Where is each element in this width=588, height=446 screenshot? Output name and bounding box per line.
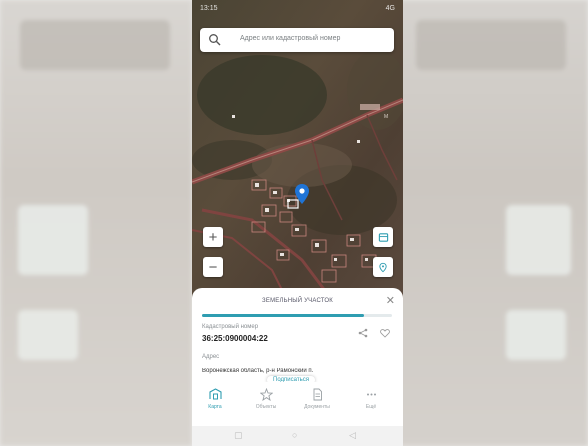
tab-label: Объекты [255, 404, 277, 410]
progress-fill [202, 314, 364, 317]
location-pin-icon[interactable] [295, 184, 309, 204]
my-location-button[interactable] [373, 257, 393, 277]
phone-screen: М 13:15 4G Адрес или кадастровый номер +… [192, 0, 403, 446]
tab-label: Ещё [365, 404, 377, 410]
zoom-out-button[interactable]: − [203, 257, 223, 277]
map-icon [208, 388, 222, 400]
blur-shape [506, 310, 566, 360]
cadastral-label: Кадастровый номер [202, 324, 259, 330]
blur-shape [18, 205, 88, 275]
tab-label: Карта [208, 404, 222, 410]
system-navigation-bar: ▢ ○ ◁ [192, 426, 403, 446]
favorite-heart-icon[interactable] [380, 328, 390, 338]
home-icon[interactable]: ○ [292, 430, 297, 440]
layers-icon [378, 232, 388, 242]
close-icon[interactable]: ✕ [386, 294, 395, 307]
back-icon[interactable]: ◁ [349, 430, 356, 441]
search-icon [209, 34, 221, 46]
minus-icon: − [208, 258, 218, 276]
layers-button[interactable] [373, 227, 393, 247]
search-bar[interactable]: Адрес или кадастровый номер [200, 28, 394, 52]
cadastral-value[interactable]: 36:25:0900004:22 [202, 334, 268, 343]
location-icon [379, 262, 387, 272]
recent-apps-icon[interactable]: ▢ [234, 430, 243, 441]
more-icon [366, 393, 376, 396]
address-value: Воронежская область, р-н Рамонский п. [202, 368, 314, 374]
blur-shape [20, 20, 170, 70]
blur-shape [18, 310, 78, 360]
star-icon [259, 388, 273, 401]
map-place-label: М [384, 114, 388, 120]
sheet-title: ЗЕМЕЛЬНЫЙ УЧАСТОК [262, 298, 333, 304]
bottom-tab-bar: Карта Объекты Документы Ещё [192, 382, 403, 426]
progress-bar [202, 314, 392, 317]
status-signal: 4G [385, 5, 395, 12]
share-icon[interactable] [358, 328, 368, 338]
tab-objects[interactable]: Объекты [245, 388, 287, 410]
plus-icon: + [208, 228, 218, 246]
status-bar: 13:15 4G [192, 0, 403, 22]
address-label: Адрес [202, 354, 220, 360]
tab-more[interactable]: Ещё [350, 388, 392, 410]
tab-map[interactable]: Карта [194, 388, 236, 410]
status-time: 13:15 [200, 5, 218, 12]
blur-shape [416, 20, 566, 70]
tab-documents[interactable]: Документы [296, 388, 338, 410]
tab-label: Документы [304, 404, 330, 410]
document-icon [313, 388, 322, 401]
search-input[interactable]: Адрес или кадастровый номер [240, 35, 340, 42]
zoom-in-button[interactable]: + [203, 227, 223, 247]
blurred-background-left [0, 0, 192, 446]
blurred-background-right [396, 0, 588, 446]
blur-shape [506, 205, 571, 275]
